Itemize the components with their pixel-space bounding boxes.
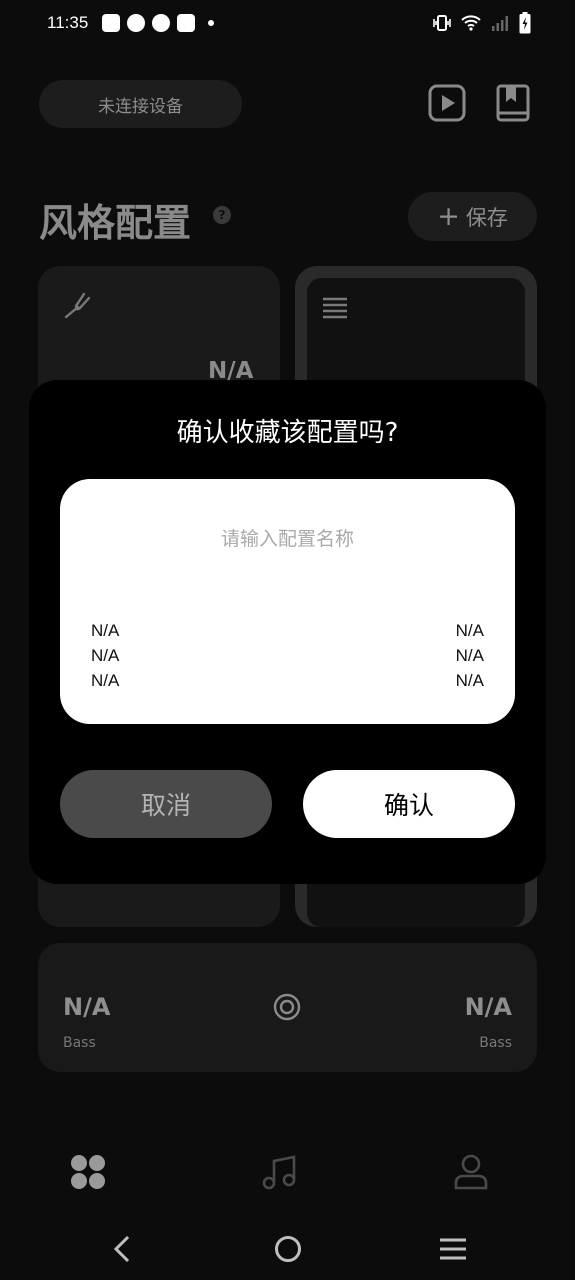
save-config-dialog: 确认收藏该配置吗? N/A N/A N/A N/A N/A N/A 取消 确认: [29, 380, 546, 884]
confirm-button[interactable]: 确认: [303, 770, 515, 838]
cancel-button[interactable]: 取消: [60, 770, 272, 838]
config-name-input[interactable]: [80, 519, 495, 559]
config-name-box: N/A N/A N/A N/A N/A N/A: [60, 479, 515, 724]
value-item: N/A: [455, 621, 484, 640]
dialog-title: 确认收藏该配置吗?: [176, 418, 399, 448]
values-right-column: N/A N/A N/A: [456, 620, 484, 691]
values-left-column: N/A N/A N/A: [91, 620, 119, 691]
value-item: N/A: [91, 621, 120, 640]
value-item: N/A: [91, 671, 120, 690]
value-item: N/A: [455, 671, 484, 690]
value-item: N/A: [91, 646, 120, 665]
value-item: N/A: [455, 646, 484, 665]
